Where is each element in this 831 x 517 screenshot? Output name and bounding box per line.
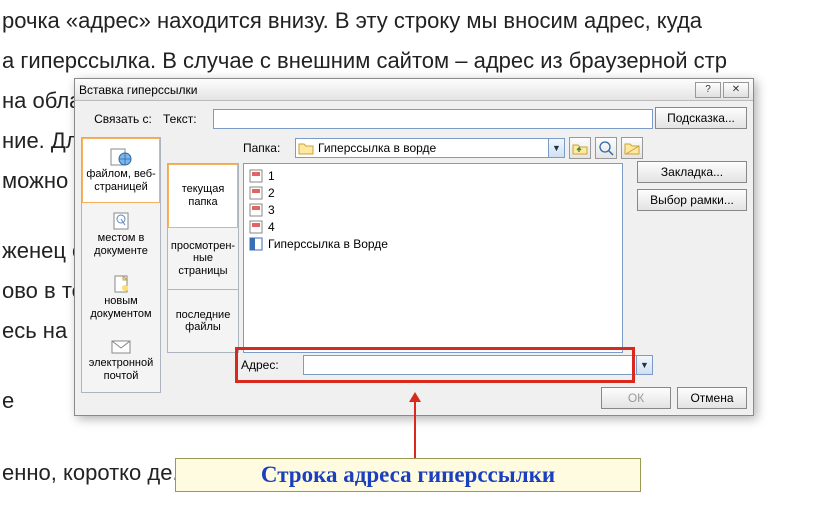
callout-label: Строка адреса гиперссылки (175, 458, 641, 492)
tab-browsed-pages[interactable]: просмотрен-ные страницы (168, 228, 238, 291)
file-list[interactable]: 1 2 3 4 Гиперссылка в Ворде (243, 163, 623, 353)
link-to-label: файлом, веб-страницей (85, 168, 157, 193)
doc-text-line: рочка «адрес» находится внизу. В эту стр… (2, 8, 702, 34)
link-to-label: новым документом (84, 295, 158, 320)
folder-value: Гиперссылка в ворде (318, 141, 436, 155)
globe-page-icon (110, 148, 132, 166)
file-name: 3 (268, 203, 275, 217)
cancel-button[interactable]: Отмена (677, 387, 747, 409)
text-label: Текст: (163, 112, 213, 126)
browse-tabs: текущая папка просмотрен-ные страницы по… (167, 163, 239, 353)
close-button[interactable]: ✕ (723, 82, 749, 98)
dialog-title: Вставка гиперссылки (79, 83, 693, 97)
list-item[interactable]: Гиперссылка в Ворде (249, 235, 617, 252)
new-doc-icon (112, 275, 130, 293)
doc-text-line: а гиперссылка. В случае с внешним сайтом… (2, 48, 727, 74)
bookmark-doc-icon (112, 212, 130, 230)
list-item[interactable]: 1 (249, 167, 617, 184)
word-file-icon (249, 237, 263, 251)
link-to-label: электронной почтой (84, 357, 158, 382)
doc-text-line: е (2, 388, 14, 414)
chevron-down-icon[interactable]: ▼ (636, 356, 652, 374)
link-to-label: местом в документе (84, 232, 158, 257)
bookmark-button[interactable]: Закладка... (637, 161, 747, 183)
link-with-label: Связать с: (83, 112, 163, 126)
browse-web-button[interactable] (595, 137, 617, 159)
arrow-shaft (414, 397, 416, 459)
link-to-sidebar: файлом, веб-страницей местом в документе… (81, 137, 161, 393)
ok-button: ОК (601, 387, 671, 409)
address-label: Адрес: (241, 358, 303, 372)
tab-current-folder[interactable]: текущая папка (168, 164, 238, 228)
folder-icon (298, 141, 314, 155)
chevron-down-icon[interactable]: ▼ (548, 139, 564, 157)
doc-text-line: можно (2, 168, 68, 194)
file-name: Гиперссылка в Ворде (268, 237, 388, 251)
text-input[interactable] (213, 109, 653, 129)
dialog-titlebar[interactable]: Вставка гиперссылки ? ✕ (75, 79, 753, 101)
help-button[interactable]: ? (695, 82, 721, 98)
folder-label: Папка: (243, 141, 291, 155)
tab-recent-files[interactable]: последние файлы (168, 290, 238, 352)
list-item[interactable]: 3 (249, 201, 617, 218)
file-name: 4 (268, 220, 275, 234)
target-frame-button[interactable]: Выбор рамки... (637, 189, 747, 211)
html-file-icon (249, 220, 263, 234)
folder-select[interactable]: Гиперссылка в ворде ▼ (295, 138, 565, 158)
link-to-email[interactable]: электронной почтой (82, 329, 160, 392)
hint-button[interactable]: Подсказка... (655, 107, 747, 129)
list-item[interactable]: 2 (249, 184, 617, 201)
file-name: 1 (268, 169, 275, 183)
html-file-icon (249, 169, 263, 183)
browse-file-button[interactable] (621, 137, 643, 159)
doc-text-line: есь на н (2, 318, 85, 344)
link-to-file-web[interactable]: файлом, веб-страницей (82, 138, 160, 203)
link-to-place-in-doc[interactable]: местом в документе (82, 203, 160, 266)
list-item[interactable]: 4 (249, 218, 617, 235)
html-file-icon (249, 186, 263, 200)
insert-hyperlink-dialog: Вставка гиперссылки ? ✕ Связать с: Текст… (74, 78, 754, 416)
html-file-icon (249, 203, 263, 217)
link-to-new-doc[interactable]: новым документом (82, 266, 160, 329)
file-name: 2 (268, 186, 275, 200)
address-input[interactable]: ▼ (303, 355, 653, 375)
up-folder-button[interactable] (569, 137, 591, 159)
email-icon (111, 339, 131, 355)
